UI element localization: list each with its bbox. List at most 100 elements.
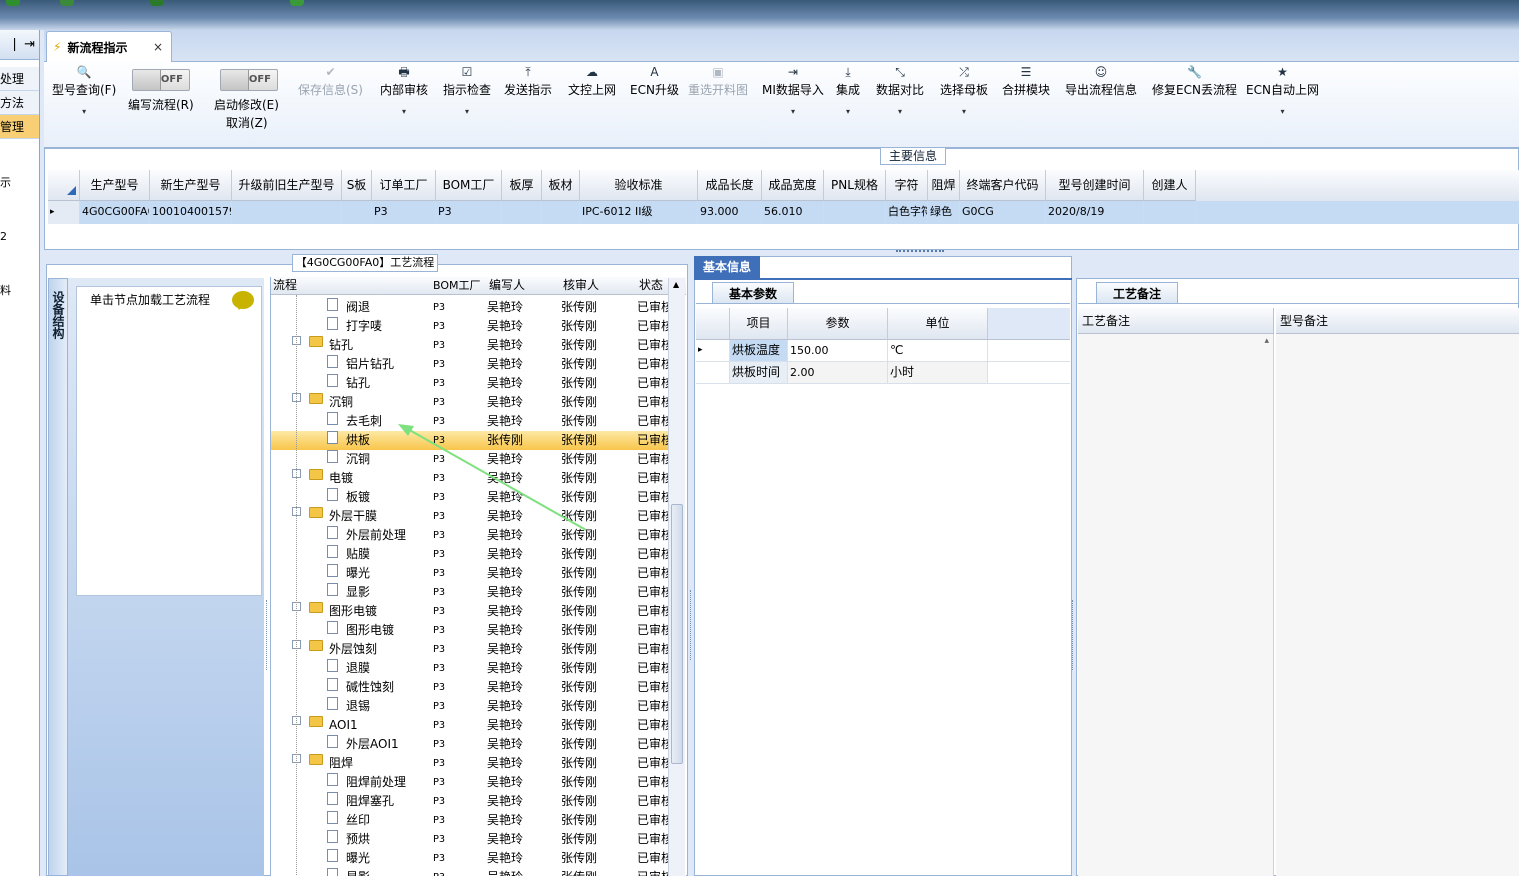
tree-row[interactable]: −图形电镀P3吴艳玲张传刚已审核 [271, 602, 669, 621]
nav-collapse-button[interactable]: ❘ ⇥ [0, 30, 39, 60]
tree-row[interactable]: 钻孔 P3 吴艳玲 张传刚 已审核 [271, 374, 669, 393]
chevron-down-icon[interactable]: ▾ [876, 100, 924, 124]
tab-basic-params[interactable]: 基本参数 [712, 282, 794, 304]
process-remarks-field[interactable]: ▴ [1078, 334, 1274, 876]
column-header[interactable]: 成品长度 [698, 170, 762, 201]
ribbon-button-10[interactable]: ⤓ 集成 ▾ [836, 64, 860, 124]
tree-row[interactable]: 退锡 P3 吴艳玲 张传刚 已审核 [271, 697, 669, 716]
ribbon-button-16[interactable]: ★ ECN自动上网 ▾ [1246, 64, 1319, 124]
column-header[interactable]: 字符 [886, 170, 928, 201]
table-row[interactable]: ▸ 烘板温度 150.00 ℃ [696, 340, 1070, 362]
tree-row[interactable]: −阻焊P3吴艳玲张传刚已审核 [271, 754, 669, 773]
chevron-down-icon[interactable]: ▾ [940, 100, 988, 124]
tree-row[interactable]: −钻孔P3吴艳玲张传刚已审核 [271, 336, 669, 355]
nav-text[interactable]: 料 [0, 281, 39, 301]
folder-icon [309, 393, 323, 404]
tree-row[interactable]: 贴膜 P3 吴艳玲 张传刚 已审核 [271, 545, 669, 564]
lightning-icon: ⚡ [53, 40, 62, 54]
tree-row[interactable]: 阻焊前处理 P3 吴艳玲 张传刚 已审核 [271, 773, 669, 792]
ribbon-button-14[interactable]: ☺ 导出流程信息 [1065, 64, 1137, 100]
cell-param[interactable]: 150.00 [788, 340, 888, 361]
chevron-down-icon[interactable]: ▾ [762, 100, 824, 124]
column-header[interactable]: BOM工厂 [436, 170, 502, 201]
ribbon-button-3[interactable]: 🖶 内部审核 ▾ [380, 64, 428, 124]
tree-row[interactable]: −外层蚀刻P3吴艳玲张传刚已审核 [271, 640, 669, 659]
tree-row[interactable]: 铝片钻孔 P3 吴艳玲 张传刚 已审核 [271, 355, 669, 374]
ribbon-button-13[interactable]: ☰ 合拼模块 [1002, 64, 1050, 100]
tree-node-label: 退膜 [346, 661, 371, 675]
column-header[interactable]: 阻焊 [928, 170, 960, 201]
equipment-structure-tab[interactable]: 设备结构 [48, 278, 68, 876]
ribbon-button-4[interactable]: ☑ 指示检查 ▾ [443, 64, 491, 124]
close-icon[interactable]: × [153, 40, 163, 54]
start-modify-label: 启动修改(E) [214, 98, 279, 112]
column-header[interactable]: 型号创建时间 [1046, 170, 1144, 201]
chevron-down-icon[interactable]: ▾ [52, 100, 116, 124]
tree-row[interactable]: 显影 P3 吴艳玲 张传刚 已审核 [271, 583, 669, 602]
chevron-down-icon[interactable]: ▾ [1246, 100, 1319, 124]
nav-item[interactable]: 管理 [0, 115, 39, 139]
ribbon-button-label: 修复ECN丢流程 [1152, 83, 1237, 97]
tree-row[interactable]: 外层AOI1 P3 吴艳玲 张传刚 已审核 [271, 735, 669, 754]
cell-param[interactable]: 2.00 [788, 362, 888, 383]
column-header[interactable]: S板 [342, 170, 372, 201]
column-header[interactable]: 创建人 [1144, 170, 1196, 201]
ribbon-button-11[interactable]: ⤡ 数据对比 ▾ [876, 64, 924, 124]
ribbon-button-5[interactable]: ⤒ 发送指示 [504, 64, 552, 100]
document-icon [327, 773, 338, 786]
pane-grip[interactable] [690, 590, 693, 660]
nav-item[interactable]: 方法 [0, 91, 39, 115]
column-header[interactable]: 板厚 [502, 170, 542, 201]
tree-row[interactable]: 打字唛 P3 吴艳玲 张传刚 已审核 [271, 317, 669, 336]
tree-row[interactable]: 曝光 P3 吴艳玲 张传刚 已审核 [271, 564, 669, 583]
ribbon-button-12[interactable]: ⤮ 选择母板 ▾ [940, 64, 988, 124]
column-header[interactable]: 板材 [542, 170, 580, 201]
chevron-down-icon[interactable]: ▾ [836, 100, 860, 124]
nav-item[interactable]: 处理 [0, 67, 39, 91]
pane-grip[interactable] [1072, 600, 1075, 670]
ribbon-button-6[interactable]: ☁ 文控上网 [568, 64, 616, 100]
chevron-down-icon[interactable]: ▾ [380, 100, 428, 124]
tree-row[interactable]: 退膜 P3 吴艳玲 张传刚 已审核 [271, 659, 669, 678]
model-remarks-field[interactable] [1276, 334, 1519, 876]
column-header[interactable]: 升级前旧生产型号 [232, 170, 342, 201]
ribbon-button-8[interactable]: ▣ 重选开料图 [688, 64, 748, 100]
ribbon-button-7[interactable]: A ECN升级 [630, 64, 679, 100]
tree-row[interactable]: 阻焊塞孔 P3 吴艳玲 张传刚 已审核 [271, 792, 669, 811]
tree-row[interactable]: 图形电镀 P3 吴艳玲 张传刚 已审核 [271, 621, 669, 640]
node-box[interactable] [76, 286, 262, 596]
tree-row[interactable]: −AOI1P3吴艳玲张传刚已审核 [271, 716, 669, 735]
column-header[interactable]: 终端客户代码 [960, 170, 1046, 201]
column-header[interactable]: 验收标准 [580, 170, 698, 201]
column-header[interactable]: 生产型号 [80, 170, 150, 201]
ribbon-button-2[interactable]: ✔ 保存信息(S) [298, 64, 363, 100]
column-header[interactable]: 订单工厂 [372, 170, 436, 201]
tree-row[interactable]: 阀退 P3 吴艳玲 张传刚 已审核 [271, 298, 669, 317]
column-header[interactable]: PNL规格 [824, 170, 886, 201]
table-row[interactable]: 烘板时间 2.00 小时 [696, 362, 1070, 384]
table-row[interactable]: ▸4G0CG00FA010010400157990 P3P3 IPC-6012 II… [48, 201, 1519, 224]
edit-flow-toggle[interactable]: OFF [132, 69, 190, 91]
start-modify-toggle[interactable]: OFF [220, 69, 278, 91]
tree-scrollbar[interactable]: ▲ [668, 278, 685, 876]
column-header[interactable]: 成品宽度 [762, 170, 824, 201]
tree-row[interactable]: 碱性蚀刻 P3 吴艳玲 张传刚 已审核 [271, 678, 669, 697]
tab-basic-info[interactable]: 基本信息 [694, 256, 760, 278]
pane-grip[interactable] [266, 600, 269, 670]
tab-new-flow[interactable]: ⚡ 新流程指示 × [46, 31, 172, 62]
tree-row[interactable]: 预烘 P3 吴艳玲 张传刚 已审核 [271, 830, 669, 849]
ribbon-button-15[interactable]: 🔧 修复ECN丢流程 [1152, 64, 1237, 100]
column-header[interactable]: 新生产型号 [150, 170, 232, 201]
tree-row[interactable]: 显影 P3 吴艳玲 张传刚 已审核 [271, 868, 669, 876]
tree-row[interactable]: 丝印 P3 吴艳玲 张传刚 已审核 [271, 811, 669, 830]
tree-row[interactable]: −沉铜P3吴艳玲张传刚已审核 [271, 393, 669, 412]
chevron-down-icon[interactable]: ▾ [443, 100, 491, 124]
ribbon-button-9[interactable]: ⇥ MI数据导入 ▾ [762, 64, 824, 124]
tab-process-remarks[interactable]: 工艺备注 [1096, 282, 1178, 304]
nav-text[interactable]: 2 [0, 227, 39, 247]
scroll-up-icon[interactable]: ▴ [1264, 336, 1269, 346]
tree-row[interactable]: 曝光 P3 吴艳玲 张传刚 已审核 [271, 849, 669, 868]
nav-text[interactable]: 示 [0, 173, 39, 193]
cancel-button[interactable]: 取消(Z) [226, 114, 268, 131]
ribbon-button-1[interactable]: 🔍 型号查询(F) ▾ [52, 64, 116, 124]
